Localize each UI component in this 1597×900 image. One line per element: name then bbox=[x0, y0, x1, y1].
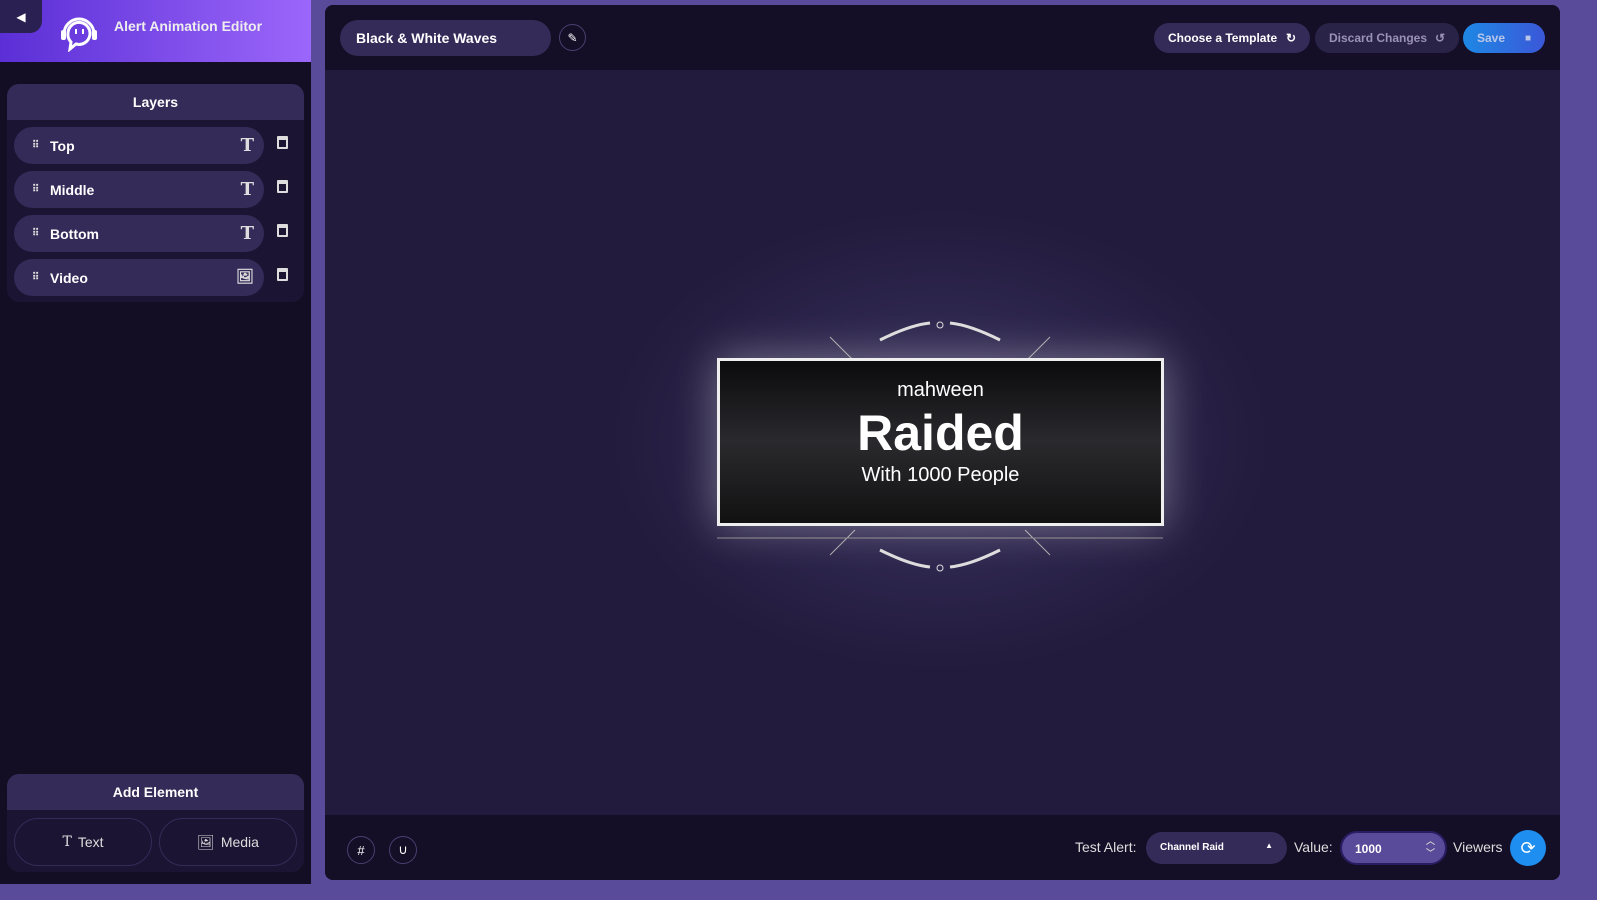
choose-template-label: Choose a Template bbox=[1168, 31, 1278, 45]
caret-left-icon: ◀ bbox=[16, 9, 26, 24]
add-element-title: Add Element bbox=[7, 774, 304, 810]
drag-handle-icon[interactable]: ⠿ bbox=[32, 185, 42, 195]
magnet-icon: ∪ bbox=[398, 842, 408, 857]
logo-icon bbox=[61, 17, 97, 52]
preview-bottom-text[interactable]: With 1000 People bbox=[720, 464, 1161, 487]
save-label: Save bbox=[1477, 31, 1506, 45]
drag-handle-icon[interactable]: ⠿ bbox=[32, 141, 42, 151]
layer-top[interactable]: ⠿ Top T bbox=[7, 124, 304, 168]
preview-middle-text[interactable]: Raided bbox=[720, 404, 1161, 462]
grid-icon: # bbox=[357, 842, 365, 858]
layer-label: Top bbox=[50, 137, 75, 154]
unit-label: Viewers bbox=[1453, 839, 1503, 855]
text-icon: T bbox=[240, 223, 254, 244]
value-label: Value: bbox=[1294, 839, 1333, 855]
save-button[interactable]: Save ■ bbox=[1463, 23, 1545, 53]
layer-video[interactable]: ⠿ Video 🖼 bbox=[7, 256, 304, 300]
back-button[interactable]: ◀ bbox=[0, 0, 42, 33]
snap-button[interactable]: ∪ bbox=[389, 836, 417, 864]
sync-icon: ⟳ bbox=[1520, 837, 1536, 858]
bottom-toolbar: # ∪ Test Alert: Channel Raid ▲ Value: 100… bbox=[325, 815, 1560, 880]
sidebar: ◀ Alert Animation Editor Layers ⠿ Top T ⠿ M… bbox=[0, 0, 311, 884]
edit-name-button[interactable]: ✎ bbox=[559, 24, 586, 51]
replay-alert-button[interactable]: ⟳ bbox=[1510, 830, 1546, 866]
media-icon: 🖼 bbox=[197, 833, 215, 850]
history-icon: ↺ bbox=[1434, 31, 1445, 45]
template-name-field[interactable]: Black & White Waves bbox=[340, 20, 551, 56]
layer-label: Middle bbox=[50, 181, 95, 198]
layer-label: Video bbox=[50, 269, 88, 286]
drag-handle-icon[interactable]: ⠿ bbox=[32, 229, 42, 239]
discard-label: Discard Changes bbox=[1329, 31, 1428, 45]
pencil-icon: ✎ bbox=[567, 30, 578, 45]
value-input[interactable]: 1000 ︿ ﹀ bbox=[1340, 831, 1447, 865]
text-icon: T bbox=[240, 179, 254, 200]
refresh-icon: ↻ bbox=[1285, 31, 1296, 45]
sidebar-header: ◀ Alert Animation Editor bbox=[0, 0, 311, 62]
media-icon: 🖼 bbox=[236, 269, 254, 285]
choose-template-button[interactable]: Choose a Template ↻ bbox=[1154, 23, 1310, 53]
layers-title: Layers bbox=[7, 84, 304, 120]
floppy-disk-icon: ■ bbox=[1524, 32, 1531, 44]
test-alert-value: Channel Raid bbox=[1160, 842, 1224, 853]
app-title: Alert Animation Editor bbox=[114, 18, 263, 34]
trash-icon[interactable] bbox=[277, 180, 288, 193]
add-media-label: Media bbox=[220, 834, 259, 850]
trash-icon[interactable] bbox=[277, 136, 288, 149]
text-icon: T bbox=[240, 135, 254, 156]
trash-icon[interactable] bbox=[277, 268, 288, 281]
alert-preview[interactable]: mahween Raided With 1000 People bbox=[717, 358, 1164, 526]
editor-main: Black & White Waves ✎ Choose a Template ↻… bbox=[325, 5, 1560, 880]
add-text-label: Text bbox=[77, 834, 104, 850]
layer-bottom[interactable]: ⠿ Bottom T bbox=[7, 212, 304, 256]
discard-changes-button[interactable]: Discard Changes ↺ bbox=[1315, 23, 1459, 53]
preview-top-text[interactable]: mahween bbox=[720, 379, 1161, 402]
drag-handle-icon[interactable]: ⠿ bbox=[32, 273, 42, 283]
grid-button[interactable]: # bbox=[347, 836, 375, 864]
layers-panel: Layers ⠿ Top T ⠿ Middle T ⠿ Bottom T ⠿ Video 🖼 bbox=[7, 84, 304, 302]
stepper-icon[interactable]: ︿ ﹀ bbox=[1426, 835, 1435, 859]
value-text: 1000 bbox=[1355, 842, 1382, 856]
test-alert-label: Test Alert: bbox=[1075, 839, 1137, 855]
preview-canvas[interactable]: mahween Raided With 1000 People bbox=[325, 70, 1560, 815]
test-alert-select[interactable]: Channel Raid ▲ bbox=[1146, 832, 1287, 864]
add-text-button[interactable]: T Text bbox=[14, 818, 152, 866]
top-toolbar: Black & White Waves ✎ Choose a Template ↻… bbox=[325, 5, 1560, 70]
text-icon: T bbox=[62, 834, 72, 850]
add-media-button[interactable]: 🖼 Media bbox=[159, 818, 297, 866]
add-element-panel: Add Element T Text 🖼 Media bbox=[7, 774, 304, 872]
caret-up-icon: ▲ bbox=[1265, 841, 1273, 850]
layer-label: Bottom bbox=[50, 225, 99, 242]
trash-icon[interactable] bbox=[277, 224, 288, 237]
layer-middle[interactable]: ⠿ Middle T bbox=[7, 168, 304, 212]
